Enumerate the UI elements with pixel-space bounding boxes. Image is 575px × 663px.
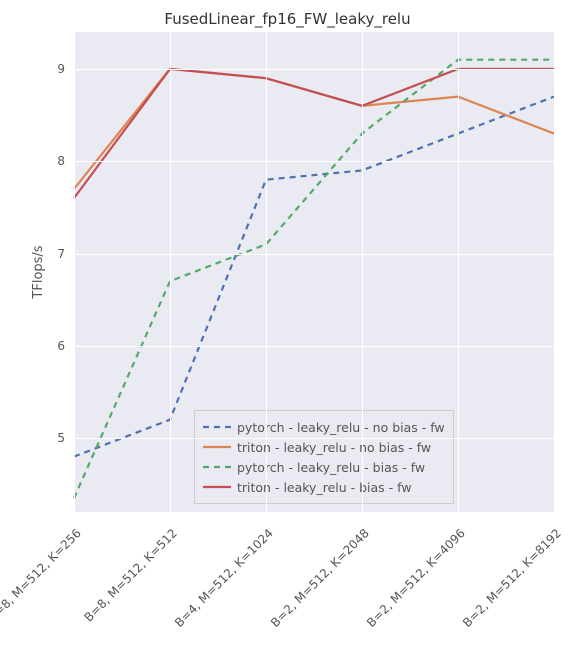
gridline-horizontal — [74, 161, 554, 162]
plot-area: pytorch - leaky_relu - no bias - fw trito… — [74, 32, 554, 512]
series-line — [74, 69, 554, 198]
gridline-vertical — [170, 32, 171, 512]
gridline-vertical — [362, 32, 363, 512]
legend-item: pytorch - leaky_relu - no bias - fw — [203, 417, 445, 437]
gridline-vertical — [74, 32, 75, 512]
gridline-horizontal — [74, 254, 554, 255]
legend-item: triton - leaky_relu - bias - fw — [203, 477, 445, 497]
legend-swatch — [203, 440, 231, 454]
gridline-vertical — [266, 32, 267, 512]
legend-swatch — [203, 480, 231, 494]
legend-item: triton - leaky_relu - no bias - fw — [203, 437, 445, 457]
legend-swatch — [203, 460, 231, 474]
chart-title: FusedLinear_fp16_FW_leaky_relu — [0, 10, 575, 28]
y-tick-label: 8 — [25, 154, 65, 168]
gridline-horizontal — [74, 69, 554, 70]
gridline-horizontal — [74, 438, 554, 439]
y-tick-label: 5 — [25, 431, 65, 445]
y-tick-label: 7 — [25, 247, 65, 261]
y-tick-label: 6 — [25, 339, 65, 353]
series-line — [74, 97, 554, 457]
legend-item: pytorch - leaky_relu - bias - fw — [203, 457, 445, 477]
chart-container: FusedLinear_fp16_FW_leaky_relu TFlops/s … — [0, 0, 575, 647]
legend-label: triton - leaky_relu - bias - fw — [237, 480, 412, 495]
legend-swatch — [203, 420, 231, 434]
legend: pytorch - leaky_relu - no bias - fw trito… — [194, 410, 454, 504]
y-tick-label: 9 — [25, 62, 65, 76]
series-line — [74, 69, 554, 189]
legend-label: pytorch - leaky_relu - no bias - fw — [237, 420, 445, 435]
gridline-vertical — [458, 32, 459, 512]
gridline-horizontal — [74, 346, 554, 347]
gridline-vertical — [554, 32, 555, 512]
